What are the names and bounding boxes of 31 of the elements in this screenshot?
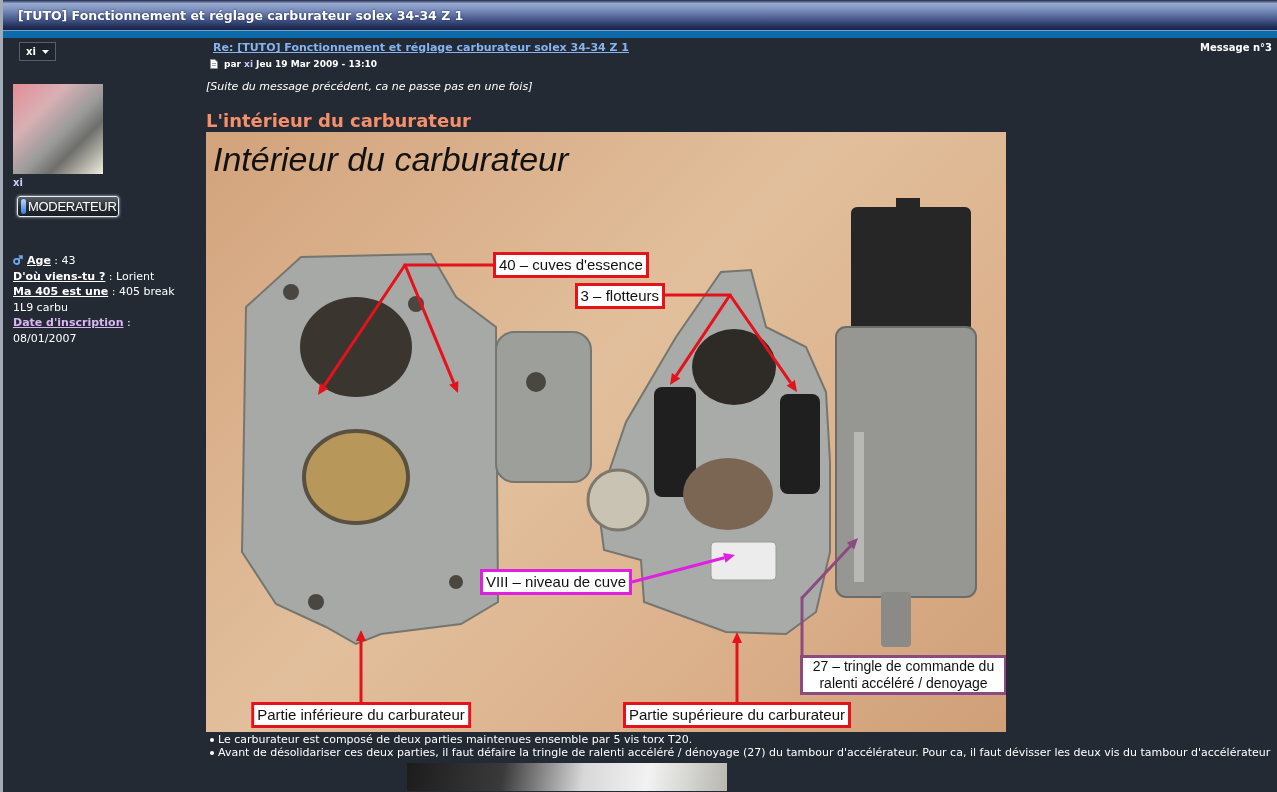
callout-label: Partie supérieure du carburateur	[623, 702, 851, 728]
bullet-icon	[210, 737, 214, 742]
intro-text: [Suite du message précédent, ca ne passe pas en une fois]	[206, 81, 534, 93]
page-title: [TUTO] Fonctionnement et réglage carburateur solex 34-34 Z 1	[18, 7, 464, 23]
callout-label: 40 – cuves d'essence	[493, 252, 649, 278]
callout-label: Partie inférieure du carburateur	[251, 702, 471, 728]
profile-field: D'où viens-tu ? : Lorient	[13, 269, 155, 283]
user-menu-button[interactable]: xi	[19, 42, 56, 61]
post-title-link[interactable]: Re: [TUTO] Fonctionnement et réglage carburateur solex 34-34 Z 1	[213, 42, 629, 54]
profile-field: Ma 405 est une : 405 break 1L9 carbu	[13, 285, 175, 314]
profile-field: Date d'inscription : 08/01/2007	[13, 316, 131, 345]
bullet-icon	[210, 750, 214, 755]
caret-icon	[41, 49, 49, 54]
bullet-text: Le carburateur est composé de deux parties maintenues ensemble par 5 vis torx T20.	[218, 733, 693, 746]
profile-field: Age : 43	[27, 254, 76, 267]
post-byline: par xi Jeu 19 Mar 2009 - 13:10	[224, 58, 378, 70]
male-symbol-icon	[13, 255, 23, 265]
rank-label: MODERATEUR	[28, 198, 117, 216]
post-number: Message n°3	[1200, 42, 1272, 54]
section-heading: L'intérieur du carburateur	[206, 111, 472, 131]
callout-label: 27 – tringle de commande du ralenti accéléré / denoyage	[800, 655, 1006, 695]
bullet-text: Avant de désolidariser ces deux parties, il faut défaire la tringle de ralenti accéléré / dénoyage (27) du tambour d'accélérateur. Pour ca, il faut dévisser les deux vis du tambour d'accélérateur	[218, 746, 1271, 759]
capsule-icon	[21, 199, 26, 214]
leader-arrow	[732, 632, 742, 702]
callout-label: VIII – niveau de cuve	[479, 569, 632, 595]
username: xi	[13, 177, 23, 189]
figure-title: Intérieur du carburateur	[213, 139, 569, 180]
callout-label: 3 – flotteurs	[574, 283, 665, 309]
document-icon	[210, 59, 218, 69]
author-link[interactable]: xi	[244, 59, 253, 69]
leader-arrow	[356, 630, 366, 702]
